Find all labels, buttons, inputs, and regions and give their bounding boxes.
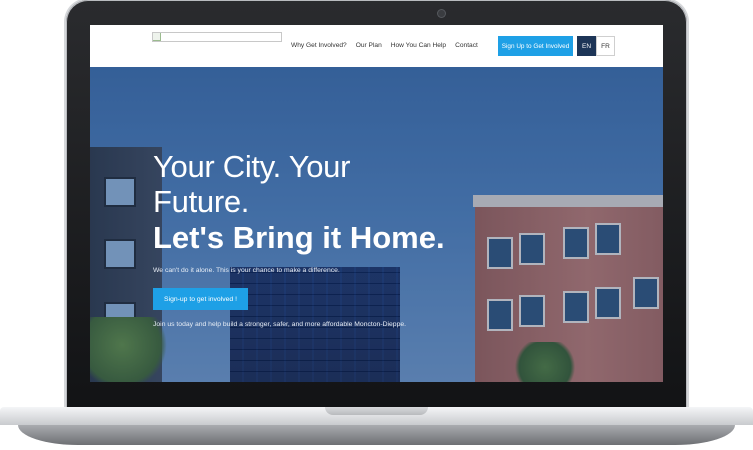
site-header: Why Get Involved? Our Plan How You Can H…: [90, 25, 663, 67]
broken-logo-image[interactable]: [152, 32, 282, 42]
hero-section: Your City. Your Future. Let's Bring it H…: [90, 67, 663, 382]
hero-footer-text: Join us today and help build a stronger,…: [153, 321, 407, 328]
laptop-deck: [0, 407, 753, 425]
sign-up-button[interactable]: Sign Up to Get Involved: [498, 36, 573, 56]
webcam-icon: [438, 10, 445, 17]
nav-link-why-get-involved[interactable]: Why Get Involved?: [291, 42, 347, 49]
language-switcher: EN FR: [577, 36, 615, 56]
lang-fr-button[interactable]: FR: [596, 36, 615, 56]
hero-heading-line-1: Your City. Your: [153, 149, 351, 184]
nav-link-how-you-can-help[interactable]: How You Can Help: [391, 42, 446, 49]
hero-signup-button[interactable]: Sign-up to get involved !: [153, 288, 248, 310]
hero-content: Your City. Your Future. Let's Bring it H…: [153, 149, 483, 328]
main-nav: Why Get Involved? Our Plan How You Can H…: [291, 42, 478, 49]
lang-en-button[interactable]: EN: [577, 36, 596, 56]
nav-link-our-plan[interactable]: Our Plan: [356, 42, 382, 49]
hero-heading-line-3: Let's Bring it Home.: [153, 220, 445, 255]
laptop-underside: [18, 425, 735, 445]
laptop-notch: [325, 407, 428, 415]
laptop-screen: Why Get Involved? Our Plan How You Can H…: [90, 25, 663, 382]
hero-heading-line-2: Future.: [153, 184, 250, 219]
hero-subtitle: We can't do it alone. This is your chanc…: [153, 267, 340, 274]
laptop-base: [0, 407, 753, 450]
nav-link-contact[interactable]: Contact: [455, 42, 478, 49]
